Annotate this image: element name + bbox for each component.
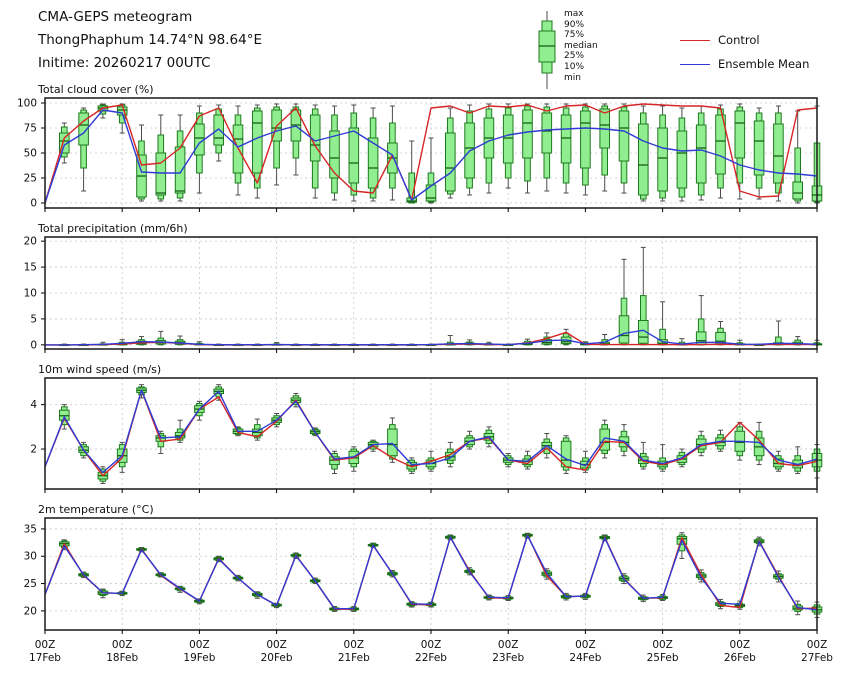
x-tick-date-label: 21Feb — [338, 652, 370, 664]
y-tick-label: 50 — [24, 148, 37, 160]
x-tick-date-label: 23Feb — [492, 652, 524, 664]
x-tick-time-label: 00Z — [730, 639, 751, 651]
panel-temp: 20 25 30 352m temperature (°C) — [24, 503, 822, 634]
panel-title: 2m temperature (°C) — [38, 503, 154, 516]
box-whisker — [581, 104, 591, 195]
box-whisker — [793, 447, 803, 474]
y-tick-label: 2 — [30, 444, 37, 456]
x-tick-date-label: 25Feb — [647, 652, 679, 664]
box-whisker — [774, 321, 784, 345]
box-whisker — [774, 106, 784, 201]
box-whisker — [658, 302, 668, 345]
y-tick-label: 15 — [24, 262, 37, 274]
x-tick-time-label: 00Z — [421, 639, 442, 651]
x-tick-date-label: 26Feb — [724, 652, 756, 664]
box-whisker — [696, 296, 706, 345]
x-tick-date-label: 24Feb — [569, 652, 601, 664]
x-tick-time-label: 00Z — [35, 639, 56, 651]
y-tick-label: 20 — [24, 605, 37, 617]
box-whisker — [696, 106, 706, 200]
y-tick-label: 25 — [24, 578, 37, 590]
panel-cloud: 0 25 50 75 100Total cloud cover (%) — [17, 83, 822, 212]
box-whisker — [272, 104, 282, 185]
box-whisker — [156, 115, 166, 201]
box-whisker — [658, 445, 668, 472]
panel-title: Total cloud cover (%) — [37, 83, 154, 96]
x-tick-date-label: 27Feb — [801, 652, 833, 664]
y-tick-label: 5 — [30, 313, 37, 325]
box-whisker — [446, 108, 456, 198]
x-tick-time-label: 00Z — [498, 639, 519, 651]
y-tick-label: 100 — [17, 98, 37, 110]
y-tick-label: 10 — [24, 288, 37, 300]
y-tick-label: 0 — [30, 198, 37, 210]
y-tick-label: 4 — [30, 399, 37, 411]
meteogram-chart: 0255075100Total cloud cover (%)05101520T… — [0, 0, 841, 680]
box-whisker — [561, 329, 571, 345]
panel-wind: 2 4 10m wind speed (m/s) — [30, 363, 821, 493]
panel-title: Total precipitation (mm/6h) — [37, 222, 188, 235]
box-whisker — [233, 106, 243, 195]
y-tick-label: 0 — [30, 339, 37, 351]
x-tick-date-label: 20Feb — [261, 652, 293, 664]
y-tick-label: 20 — [24, 236, 37, 248]
box-whisker — [117, 104, 127, 133]
x-tick-time-label: 00Z — [266, 639, 287, 651]
box-whisker — [619, 259, 629, 345]
box-whisker — [561, 104, 571, 193]
x-tick-time-label: 00Z — [112, 639, 133, 651]
box-whisker — [716, 105, 726, 198]
x-tick-date-label: 17Feb — [29, 652, 61, 664]
y-tick-label: 75 — [24, 123, 37, 135]
box-whisker — [677, 108, 687, 201]
box-whisker — [639, 106, 649, 201]
x-tick-time-label: 00Z — [652, 639, 673, 651]
box-whisker — [253, 105, 263, 198]
box-whisker — [349, 105, 359, 201]
box-whisker — [330, 106, 340, 200]
box-whisker — [754, 108, 764, 199]
x-tick-time-label: 00Z — [807, 639, 828, 651]
y-tick-label: 25 — [24, 173, 37, 185]
y-tick-label: 35 — [24, 523, 37, 535]
box-whisker — [600, 334, 610, 344]
panel-precip: 0 5 10 15 20Total precipitation (mm/6h) — [24, 222, 822, 353]
x-tick-time-label: 00Z — [575, 639, 596, 651]
x-tick-time-label: 00Z — [189, 639, 210, 651]
box-whisker — [716, 322, 726, 345]
box-whisker — [426, 138, 436, 203]
x-tick-date-label: 18Feb — [106, 652, 138, 664]
x-tick-date-label: 22Feb — [415, 652, 447, 664]
box-whisker — [639, 442, 649, 469]
box-whisker — [349, 447, 359, 471]
box-whisker — [735, 104, 745, 199]
panel-title: 10m wind speed (m/s) — [38, 363, 161, 376]
box-whisker — [503, 104, 513, 188]
y-tick-label: 30 — [24, 551, 37, 563]
box-whisker — [156, 431, 166, 453]
box-whisker — [484, 104, 494, 193]
box-whisker — [658, 106, 668, 201]
x-tick-time-label: 00Z — [344, 639, 365, 651]
box-whisker — [619, 104, 629, 193]
box-whisker — [195, 401, 205, 420]
x-tick-date-label: 19Feb — [183, 652, 215, 664]
box-whisker — [523, 104, 533, 193]
